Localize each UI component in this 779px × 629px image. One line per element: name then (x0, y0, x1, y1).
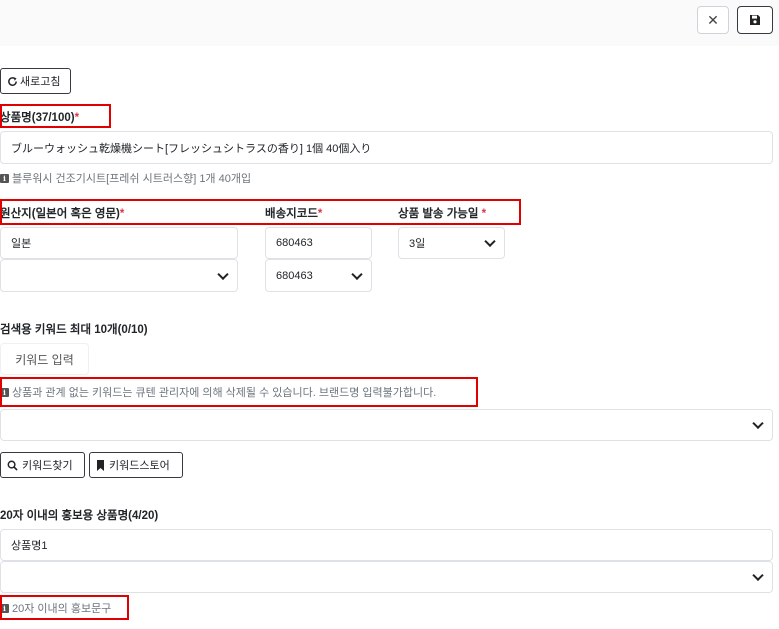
shipping-code-label: 배송지코드* (265, 208, 323, 220)
save-button[interactable] (737, 6, 773, 34)
close-icon: ✕ (707, 11, 719, 28)
product-name-label: 상품명(37/100)* (0, 112, 80, 124)
shipping-code-select[interactable]: 680463 (265, 259, 372, 292)
info-icon: i (0, 173, 9, 183)
top-toolbar (0, 0, 779, 46)
origin-select[interactable] (0, 259, 238, 292)
keywords-select[interactable] (0, 409, 773, 441)
keyword-input[interactable]: 키워드 입력 (0, 343, 89, 375)
info-icon: i (0, 603, 9, 613)
ship-days-select[interactable]: 3일 (398, 227, 505, 259)
origin-input[interactable]: 일본 (0, 227, 238, 259)
ship-days-label: 상품 발송 가능일 * (398, 208, 487, 220)
chevron-down-icon (484, 235, 496, 248)
find-keyword-button[interactable]: 키워드찾기 (0, 452, 85, 478)
info-icon: i (0, 387, 9, 397)
refresh-button[interactable]: 새로고침 (0, 68, 71, 94)
chevron-down-icon (217, 268, 229, 280)
shipping-code-input[interactable]: 680463 (265, 227, 372, 259)
refresh-icon (8, 76, 17, 86)
close-button[interactable]: ✕ (697, 6, 729, 34)
promo-select[interactable] (0, 561, 773, 593)
promo-label: 20자 이내의 홍보용 상품명(4/20) (0, 510, 159, 522)
product-name-value: ブルーウォッシュ乾燥機シート[フレッシュシトラスの香り] 1個 40個入り (11, 142, 372, 155)
product-name-input[interactable]: ブルーウォッシュ乾燥機シート[フレッシュシトラスの香り] 1個 40個入り (0, 131, 773, 164)
promo-help: i 20자 이내의 홍보문구 (0, 600, 111, 616)
origin-label: 원산지(일본어 혹은 영문)* (0, 208, 125, 220)
bookmark-icon (97, 459, 104, 471)
floppy-disk-icon (750, 15, 760, 25)
chevron-down-icon (752, 417, 764, 430)
chevron-down-icon (752, 569, 764, 582)
product-name-help: i 블루워시 건조기시트[프레쉬 시트러스향] 1개 40개입 (0, 170, 251, 186)
keywords-label: 검색용 키워드 최대 10개(0/10) (0, 324, 148, 336)
keyword-store-button[interactable]: 키워드스토어 (89, 452, 183, 478)
promo-input[interactable]: 상품명1 (0, 529, 773, 561)
refresh-label: 새로고침 (20, 76, 61, 88)
search-icon (7, 460, 18, 471)
chevron-down-icon (351, 268, 363, 280)
keywords-help: i 상품과 관계 없는 키워드는 큐텐 관리자에 의해 삭제될 수 있습니다. … (0, 384, 436, 400)
